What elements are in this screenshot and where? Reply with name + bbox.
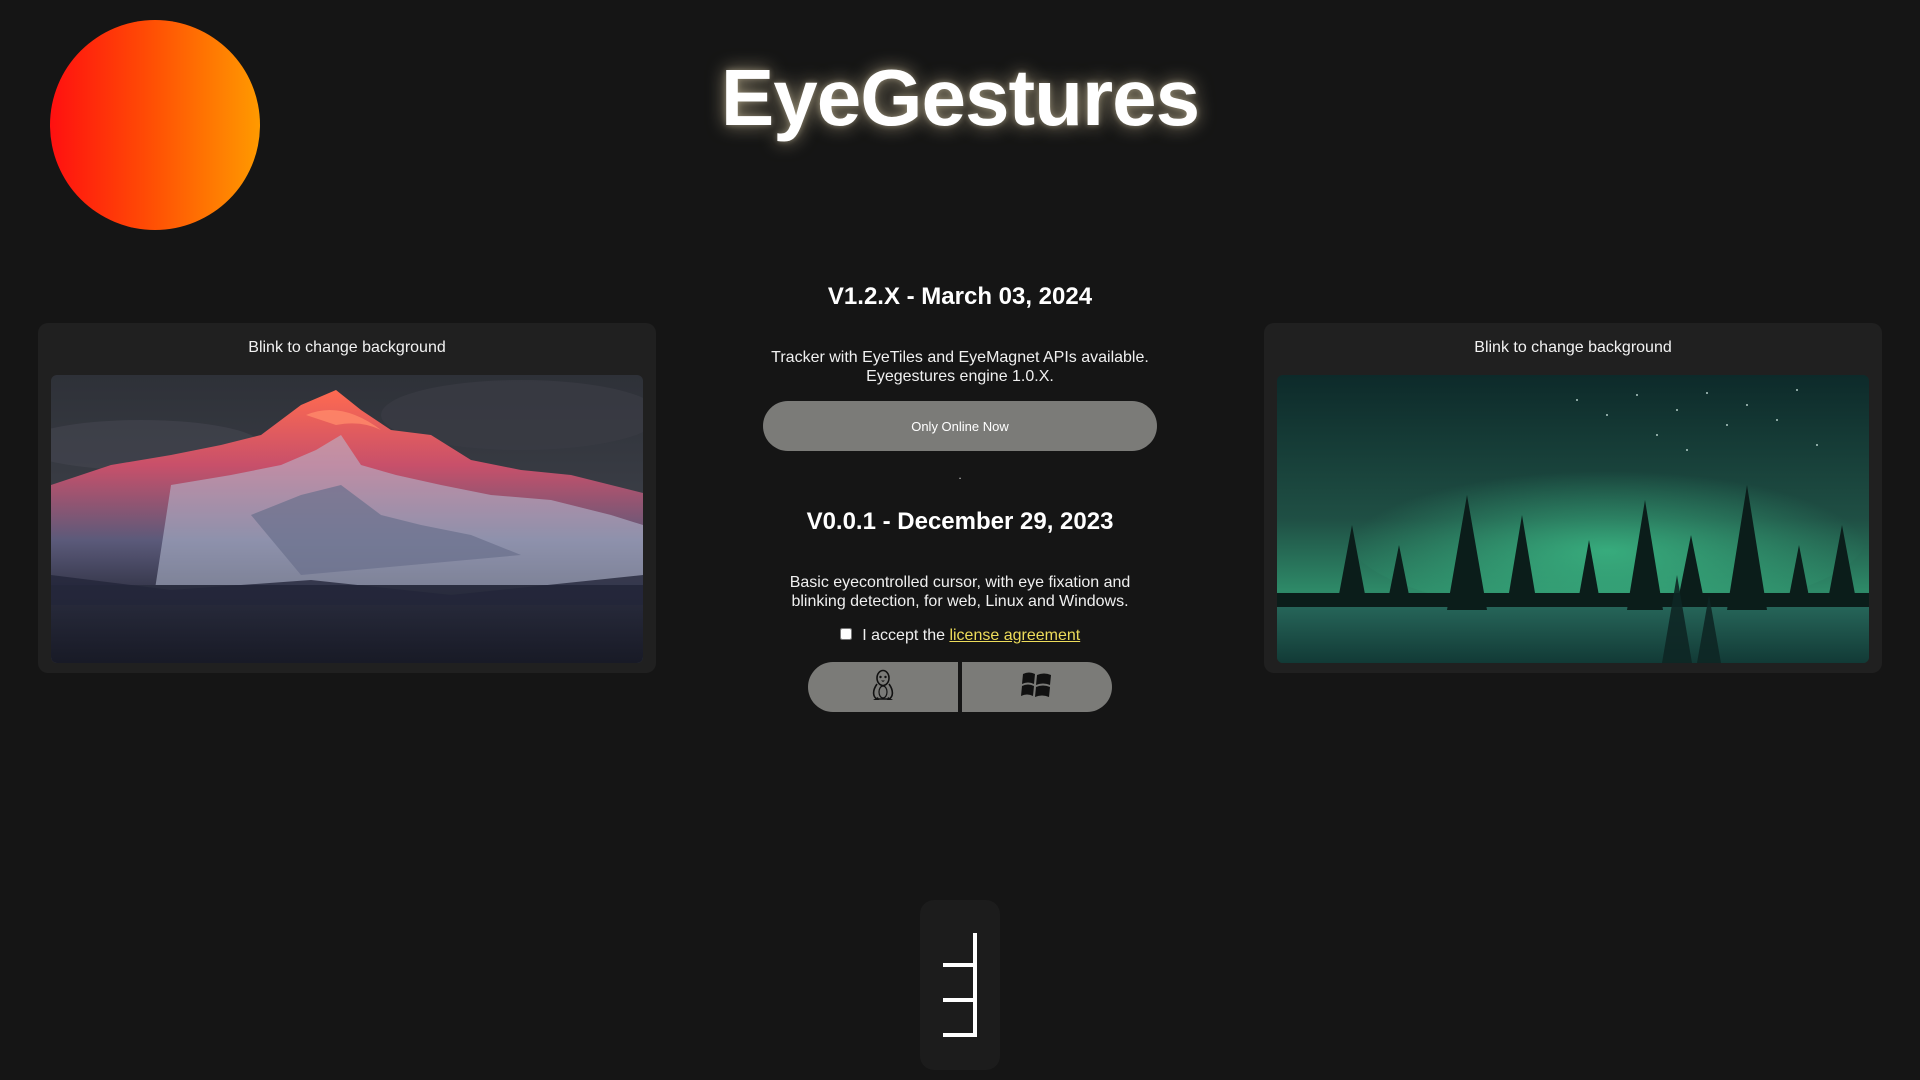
background-card-left: Blink to change background xyxy=(38,323,656,673)
separator-dot: . xyxy=(958,468,962,482)
linux-tux-icon xyxy=(869,669,897,706)
download-buttons xyxy=(808,662,1112,712)
release-heading-v0: V0.0.1 - December 29, 2023 xyxy=(806,508,1114,535)
release-description-v0-line1: Basic eyecontrolled cursor, with eye fix… xyxy=(789,574,1131,591)
mountain-sunset-image xyxy=(51,375,643,663)
site-title: EyeGestures xyxy=(720,53,1200,142)
linux-download-button[interactable] xyxy=(808,662,958,712)
only-online-button[interactable]: Only Online Now xyxy=(763,401,1157,451)
aurora-forest-image xyxy=(1277,375,1869,663)
release-heading-v1: V1.2.X - March 03, 2024 xyxy=(827,283,1093,310)
license-agreement-link[interactable]: license agreement xyxy=(949,627,1080,644)
license-row: I accept the license agreement xyxy=(720,627,1200,645)
license-prefix: I accept the xyxy=(862,627,945,644)
blink-hint-right: Blink to change background xyxy=(1474,339,1672,356)
windows-logo-icon xyxy=(1020,670,1054,705)
release-description-v1-line1: Tracker with EyeTiles and EyeMagnet APIs… xyxy=(771,349,1149,366)
license-checkbox[interactable] xyxy=(839,627,852,640)
page: EyeGestures Blink to change background B… xyxy=(0,0,1920,1080)
release-description-v1: Tracker with EyeTiles and EyeMagnet APIs… xyxy=(720,348,1200,386)
release-description-v0-line2: blinking detection, for web, Linux and W… xyxy=(791,593,1129,610)
release-description-v0: Basic eyecontrolled cursor, with eye fix… xyxy=(720,573,1200,611)
blink-hint-left: Blink to change background xyxy=(248,339,446,356)
windows-download-button[interactable] xyxy=(962,662,1112,712)
ladder-logo-icon xyxy=(920,900,1000,1070)
bottom-logo-widget xyxy=(920,900,1000,1070)
background-card-right: Blink to change background xyxy=(1264,323,1882,673)
release-description-v1-line2: Eyegestures engine 1.0.X. xyxy=(866,368,1054,385)
